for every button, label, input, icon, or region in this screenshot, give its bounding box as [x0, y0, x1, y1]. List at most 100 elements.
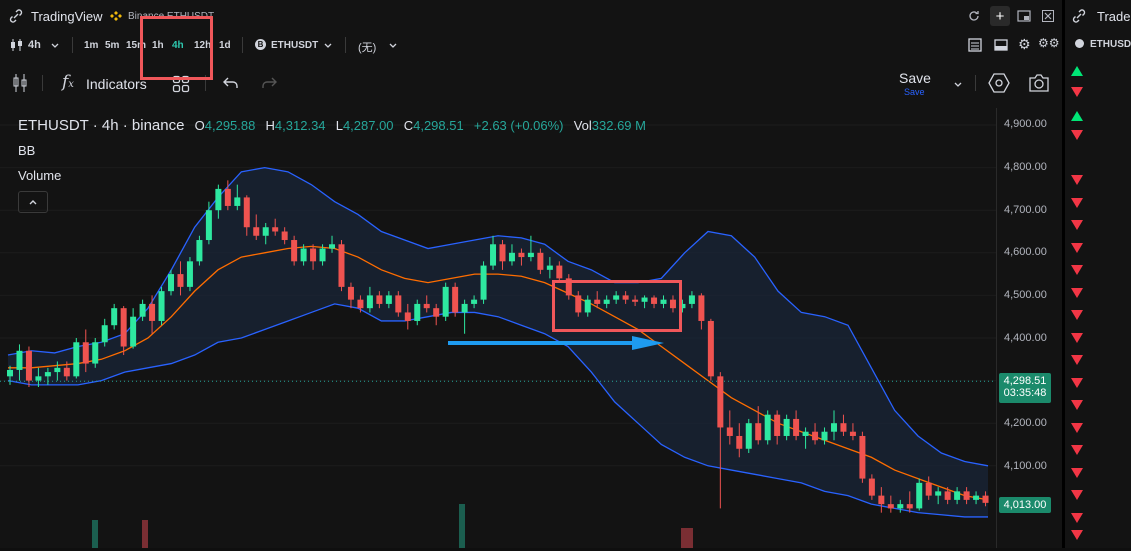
candle-body [736, 435, 743, 449]
candle-body [73, 342, 80, 377]
candle-body [25, 350, 32, 381]
candle-body [556, 265, 563, 279]
chevron-down-icon[interactable] [953, 78, 963, 88]
price-axis[interactable]: 4,900.00 4,800.00 4,700.00 4,600.00 4,50… [996, 108, 1063, 548]
signal-down-icon [1071, 355, 1083, 365]
price-tick: 4,500.00 [1004, 289, 1047, 301]
indicators-fx-icon[interactable]: fx [62, 72, 74, 92]
chevron-down-icon[interactable] [50, 39, 60, 49]
link-icon[interactable] [8, 8, 24, 24]
candle-body [471, 299, 478, 304]
signal-down-icon [1071, 445, 1083, 455]
volume-bar [459, 504, 465, 548]
candlestick-chart[interactable] [0, 108, 996, 548]
candle-body [54, 367, 61, 373]
signal-down-icon [1071, 530, 1083, 540]
signal-down-icon [1071, 220, 1083, 230]
signal-down-icon [1071, 175, 1083, 185]
candle-body [859, 435, 866, 479]
indicator-bb-label[interactable]: BB [18, 143, 35, 158]
candle-body [262, 227, 269, 236]
signal-down-icon [1071, 333, 1083, 343]
chevron-up-icon [29, 200, 37, 205]
candle-body [177, 274, 184, 287]
toolbar-separator [242, 37, 243, 53]
side-panel-symbol[interactable]: ETHUSDT [1090, 39, 1131, 50]
multi-settings-icon[interactable]: ⚙⚙ [1038, 36, 1060, 54]
candle-body [253, 227, 260, 236]
close-icon[interactable] [1040, 8, 1056, 24]
object-tree-icon[interactable] [968, 38, 982, 52]
signal-down-icon [1071, 423, 1083, 433]
candle-body [35, 376, 42, 381]
candle-body [802, 431, 809, 436]
candles-chart-type-icon[interactable] [10, 38, 24, 52]
signal-down-icon [1071, 468, 1083, 478]
candle-body [224, 188, 231, 206]
quick-search-hexagon-icon[interactable] [988, 72, 1010, 94]
legend-symbol[interactable]: ETHUSDT · 4h · binance [18, 117, 184, 134]
chevron-down-icon[interactable] [323, 39, 333, 49]
candle-body [442, 286, 449, 317]
timeframe-5m[interactable]: 5m [105, 40, 119, 51]
panel-layout-icon[interactable] [994, 38, 1008, 52]
legend-open-label: O [194, 118, 205, 133]
collapse-indicators-button[interactable] [18, 191, 48, 213]
candle-body [433, 308, 440, 317]
current-price-value: 4,298.51 [1003, 375, 1047, 387]
candle-body [821, 431, 828, 441]
candle-body [63, 367, 70, 377]
signal-down-icon [1071, 400, 1083, 410]
candle-body [755, 423, 762, 441]
candle-body [868, 478, 875, 496]
indicator-volume-label[interactable]: Volume [18, 168, 61, 183]
candle-body [130, 316, 137, 347]
settings-gear-icon[interactable]: ⚙ [1018, 36, 1034, 52]
signal-down-icon [1071, 130, 1083, 140]
candle-body [414, 303, 421, 321]
candle-body [849, 431, 856, 436]
chevron-down-icon[interactable] [388, 39, 398, 49]
timeframe-1d[interactable]: 1d [219, 40, 231, 51]
candle-body [982, 495, 989, 503]
signal-down-icon [1071, 378, 1083, 388]
save-status: Save [904, 87, 925, 97]
price-tick: 4,100.00 [1004, 460, 1047, 472]
candle-body [310, 248, 317, 262]
candle-body [158, 291, 165, 321]
candle-body [366, 295, 373, 309]
price-tick: 4,800.00 [1004, 161, 1047, 173]
legend-vol-value: 332.69 M [591, 118, 646, 133]
candle-body [319, 248, 326, 262]
candle-body [935, 491, 942, 496]
legend-close-label: C [403, 118, 414, 133]
signal-down-icon [1071, 288, 1083, 298]
candle-body [234, 197, 241, 206]
redo-icon[interactable] [260, 75, 278, 91]
camera-snapshot-icon[interactable] [1028, 73, 1050, 93]
symbol-selector[interactable]: ETHUSDT [271, 40, 318, 51]
reload-icon[interactable] [966, 8, 982, 24]
volume-bar [681, 528, 687, 548]
new-tab-button[interactable]: + [990, 6, 1010, 26]
candle-body [385, 295, 392, 304]
picture-in-picture-icon[interactable] [1016, 8, 1032, 24]
binance-logo-icon [110, 10, 122, 22]
timeframe-1m[interactable]: 1m [84, 40, 98, 51]
legend-close-value: 4,298.51 [413, 118, 464, 133]
candle-body [196, 240, 203, 262]
save-button[interactable]: Save [899, 70, 931, 86]
candle-body [120, 308, 127, 347]
candle-body [291, 240, 298, 262]
compare-selector[interactable]: (无) [358, 39, 376, 55]
indicators-button[interactable]: Indicators [86, 76, 147, 92]
chart-style-icon[interactable] [12, 73, 28, 93]
candle-body [897, 504, 904, 509]
candle-body [698, 295, 705, 321]
interval-selector[interactable]: 4h [28, 39, 41, 51]
chart-pane[interactable]: ETHUSDT · 4h · binance O4,295.88 H4,312.… [0, 108, 996, 548]
toolbar-separator [72, 37, 73, 53]
signal-down-icon [1071, 265, 1083, 275]
link-icon[interactable] [1072, 9, 1086, 23]
undo-icon[interactable] [222, 75, 240, 91]
